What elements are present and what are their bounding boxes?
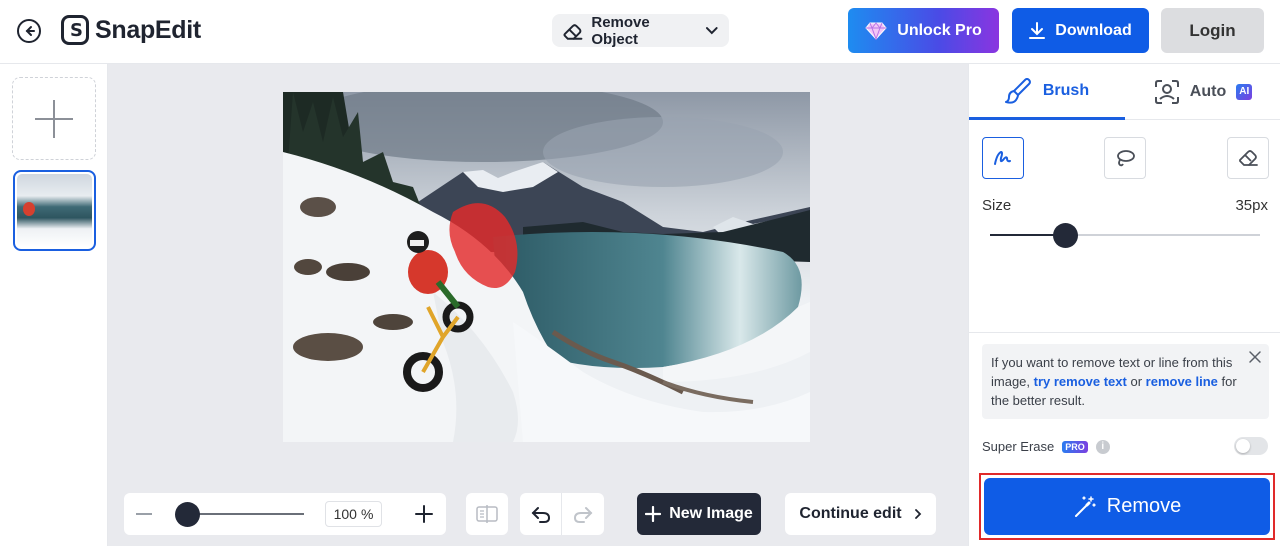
top-header: S SnapEdit Remove Object Unlock Pro Down…: [0, 0, 1280, 64]
undo-icon: [531, 507, 550, 523]
magic-wand-icon: [1074, 495, 1096, 517]
size-value: 35px: [1235, 197, 1268, 214]
size-slider-handle[interactable]: [1053, 223, 1078, 248]
compare-icon: [476, 505, 498, 523]
zoom-in-icon[interactable]: [414, 504, 434, 524]
tab-auto[interactable]: Auto AI: [1125, 64, 1280, 120]
continue-edit-label: Continue edit: [799, 505, 902, 522]
image-sidebar: [0, 64, 108, 546]
zoom-input[interactable]: 100 %: [325, 501, 382, 527]
plus-icon: [645, 506, 662, 522]
chevron-down-icon: [706, 26, 719, 34]
logo-mark-icon: S: [61, 15, 89, 45]
logo-text: SnapEdit: [95, 15, 201, 44]
eraser-tool-button[interactable]: [1227, 137, 1269, 179]
tab-brush[interactable]: Brush: [969, 64, 1125, 120]
size-label: Size: [982, 197, 1012, 214]
editor-canvas: 100 % New Image Continue edit: [108, 64, 968, 546]
lasso-icon: [1117, 150, 1135, 167]
mode-dropdown[interactable]: Remove Object: [552, 13, 729, 48]
tip-box: If you want to remove text or line from …: [982, 344, 1269, 419]
photo-image: [283, 92, 810, 442]
eraser-icon: [1239, 150, 1258, 166]
lasso-tool-button[interactable]: [1104, 137, 1146, 179]
zoom-unit: %: [360, 506, 374, 522]
download-button[interactable]: Download: [1012, 8, 1149, 53]
zoom-slider-handle[interactable]: [175, 502, 200, 527]
mode-label: Remove Object: [591, 13, 650, 48]
login-button[interactable]: Login: [1161, 8, 1264, 53]
undo-button[interactable]: [520, 493, 562, 535]
ai-badge: AI: [1236, 83, 1253, 100]
super-erase-label: Super Erase: [982, 439, 1055, 454]
download-icon: [1029, 21, 1046, 39]
zoom-value: 100: [333, 506, 357, 522]
tip-text-middle: or: [1126, 374, 1146, 389]
back-icon[interactable]: [17, 19, 41, 43]
app-root: S SnapEdit Remove Object Unlock Pro Down…: [0, 0, 1280, 546]
thumbnail-preview: [17, 174, 92, 247]
panel-divider: [969, 332, 1280, 333]
auto-detect-icon: [1154, 79, 1179, 104]
history-controls: [520, 493, 604, 535]
tool-panel: Brush Auto AI Size 35px If you want to r…: [968, 64, 1280, 546]
compare-button[interactable]: [466, 493, 508, 535]
brush-icon: [1004, 77, 1031, 104]
redo-button[interactable]: [562, 493, 604, 535]
chevron-right-icon: [914, 509, 921, 519]
remove-label: Remove: [1106, 495, 1182, 517]
app-logo[interactable]: S SnapEdit: [61, 15, 201, 45]
super-erase-toggle[interactable]: [1234, 437, 1268, 455]
eraser-icon: [563, 23, 583, 40]
brush-tool-button[interactable]: [982, 137, 1024, 179]
download-label: Download: [1055, 21, 1132, 39]
unlock-pro-label: Unlock Pro: [897, 21, 982, 39]
remove-text-link[interactable]: try remove text: [1034, 374, 1127, 389]
tab-auto-label: Auto: [1189, 82, 1227, 100]
new-image-label: New Image: [669, 505, 753, 522]
draw-brush-icon: [994, 150, 1011, 165]
pro-badge: PRO: [1062, 440, 1088, 453]
redo-icon: [573, 507, 593, 523]
continue-edit-button[interactable]: Continue edit: [785, 493, 936, 535]
plus-icon: [35, 99, 73, 138]
photo-canvas[interactable]: [283, 92, 810, 442]
tab-brush-label: Brush: [1042, 81, 1090, 99]
info-icon[interactable]: i: [1095, 439, 1110, 454]
remove-line-link[interactable]: remove line: [1146, 374, 1218, 389]
zoom-control: 100 %: [124, 493, 446, 535]
diamond-icon: [865, 21, 887, 40]
unlock-pro-button[interactable]: Unlock Pro: [848, 8, 999, 53]
image-thumbnail[interactable]: [13, 170, 96, 251]
add-image-button[interactable]: [12, 77, 96, 160]
close-icon[interactable]: [1248, 350, 1262, 364]
super-erase-row: Super Erase PRO i: [982, 439, 1110, 454]
remove-button[interactable]: Remove: [984, 478, 1270, 535]
new-image-button[interactable]: New Image: [637, 493, 761, 535]
zoom-out-icon[interactable]: [136, 513, 152, 515]
remove-button-highlight: Remove: [979, 473, 1275, 540]
